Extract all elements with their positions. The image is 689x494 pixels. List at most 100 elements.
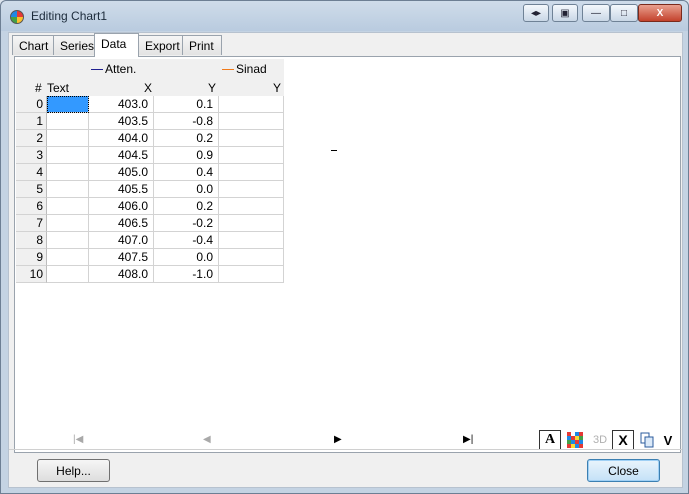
y2-cell[interactable] [219,198,284,215]
minimize-button[interactable]: — [582,4,610,22]
y-cell[interactable]: 0.0 [154,181,219,198]
table-row: 2 404.0 0.2 [16,130,284,147]
text-cell[interactable] [47,164,89,181]
font-button[interactable]: A [539,430,561,450]
row-index: 3 [16,147,47,164]
x-cell[interactable]: 407.0 [89,232,154,249]
table-row: 4 405.0 0.4 [16,164,284,181]
y-cell[interactable]: -1.0 [154,266,219,283]
y-cell[interactable]: 0.0 [154,249,219,266]
text-cell[interactable] [47,147,89,164]
text-cell[interactable] [47,215,89,232]
series-line-icon [91,69,103,71]
y2-cell[interactable] [219,249,284,266]
y2-cell[interactable] [219,232,284,249]
three-d-button[interactable]: 3D [589,430,611,450]
y2-cell[interactable] [219,215,284,232]
series-name: Atten. [105,62,137,76]
column-header-x: X [144,81,153,95]
y2-cell[interactable] [219,164,284,181]
row-index: 0 [16,96,47,113]
text-cell[interactable] [47,181,89,198]
text-cell[interactable] [47,249,89,266]
text-cell[interactable] [47,96,89,113]
column-header-y2: Y [273,81,282,95]
text-cell[interactable] [47,130,89,147]
y-cell[interactable]: 0.1 [154,96,219,113]
x-cell[interactable]: 408.0 [89,266,154,283]
maximize-button[interactable]: □ [610,4,638,22]
title-bar: Editing Chart1 ◂▸ ▣ — □ X [1,1,688,31]
resize-arrows-icon[interactable]: ◂▸ [523,4,549,22]
chart-app-icon [10,10,24,24]
series-line-icon [222,69,234,71]
text-cell[interactable] [47,232,89,249]
column-header-y: Y [208,81,217,95]
help-button[interactable]: Help... [37,459,110,482]
table-row: 1 403.5 -0.8 [16,113,284,130]
delete-x-button[interactable]: X [612,430,634,450]
x-cell[interactable]: 406.5 [89,215,154,232]
restore-window-icon[interactable]: ▣ [552,4,578,22]
tab-data[interactable]: Data [94,33,139,57]
last-record-button[interactable]: ▶| [463,434,473,445]
text-cell[interactable] [47,113,89,130]
y-cell[interactable]: -0.4 [154,232,219,249]
tab-series[interactable]: Series [53,35,95,55]
row-index: 2 [16,130,47,147]
table-row: 8 407.0 -0.4 [16,232,284,249]
column-header-text: Text [47,81,70,95]
x-cell[interactable]: 404.0 [89,130,154,147]
y2-cell[interactable] [219,147,284,164]
x-cell[interactable]: 404.5 [89,147,154,164]
table-row: 3 404.5 0.9 [16,147,284,164]
tab-chart[interactable]: Chart [12,35,54,55]
row-index: 9 [16,249,47,266]
x-cell[interactable]: 405.0 [89,164,154,181]
colors-grid-icon[interactable] [564,430,586,450]
row-index: 6 [16,198,47,215]
series-name: Sinad [236,62,267,76]
y2-cell[interactable] [219,181,284,198]
text-cell[interactable] [47,198,89,215]
y2-cell[interactable] [219,113,284,130]
y2-cell[interactable] [219,130,284,147]
table-row: 9 407.5 0.0 [16,249,284,266]
text-cell[interactable] [47,266,89,283]
y-cell[interactable]: 0.2 [154,198,219,215]
table-row: 0 403.0 0.1 [16,96,284,113]
x-cell[interactable]: 403.0 [89,96,154,113]
y2-cell[interactable] [219,266,284,283]
row-index: 4 [16,164,47,181]
series-header-row: Atten. Sinad [16,59,284,78]
footer-divider [9,449,682,450]
y-cell[interactable]: 0.4 [154,164,219,181]
x-cell[interactable]: 405.5 [89,181,154,198]
y-cell[interactable]: 0.2 [154,130,219,147]
x-cell[interactable]: 406.0 [89,198,154,215]
next-record-button[interactable]: ▶ [334,434,342,445]
data-panel: Atten. Sinad # Text X Y Y 0 403.0 0.1 1 … [14,56,681,453]
window-title: Editing Chart1 [31,9,108,23]
close-button[interactable]: Close [587,459,660,482]
y-cell[interactable]: -0.2 [154,215,219,232]
y-cell[interactable]: -0.8 [154,113,219,130]
row-index: 7 [16,215,47,232]
prev-record-button[interactable]: ◀ [203,434,211,445]
first-record-button[interactable]: |◀ [73,434,83,445]
view-button[interactable]: V [657,430,679,450]
y2-cell[interactable] [219,96,284,113]
series-header-sinad: Sinad [222,62,267,76]
tab-export[interactable]: Export [138,35,183,55]
table-row: 5 405.5 0.0 [16,181,284,198]
column-header-row: # Text X Y Y [16,78,284,96]
table-row: 6 406.0 0.2 [16,198,284,215]
x-cell[interactable]: 403.5 [89,113,154,130]
tab-print[interactable]: Print [182,35,222,55]
copy-icon[interactable] [636,430,658,450]
close-window-button[interactable]: X [638,4,682,22]
table-row: 10 408.0 -1.0 [16,266,284,283]
x-cell[interactable]: 407.5 [89,249,154,266]
y-cell[interactable]: 0.9 [154,147,219,164]
editor-window: Editing Chart1 ◂▸ ▣ — □ X Chart Series D… [0,0,689,494]
